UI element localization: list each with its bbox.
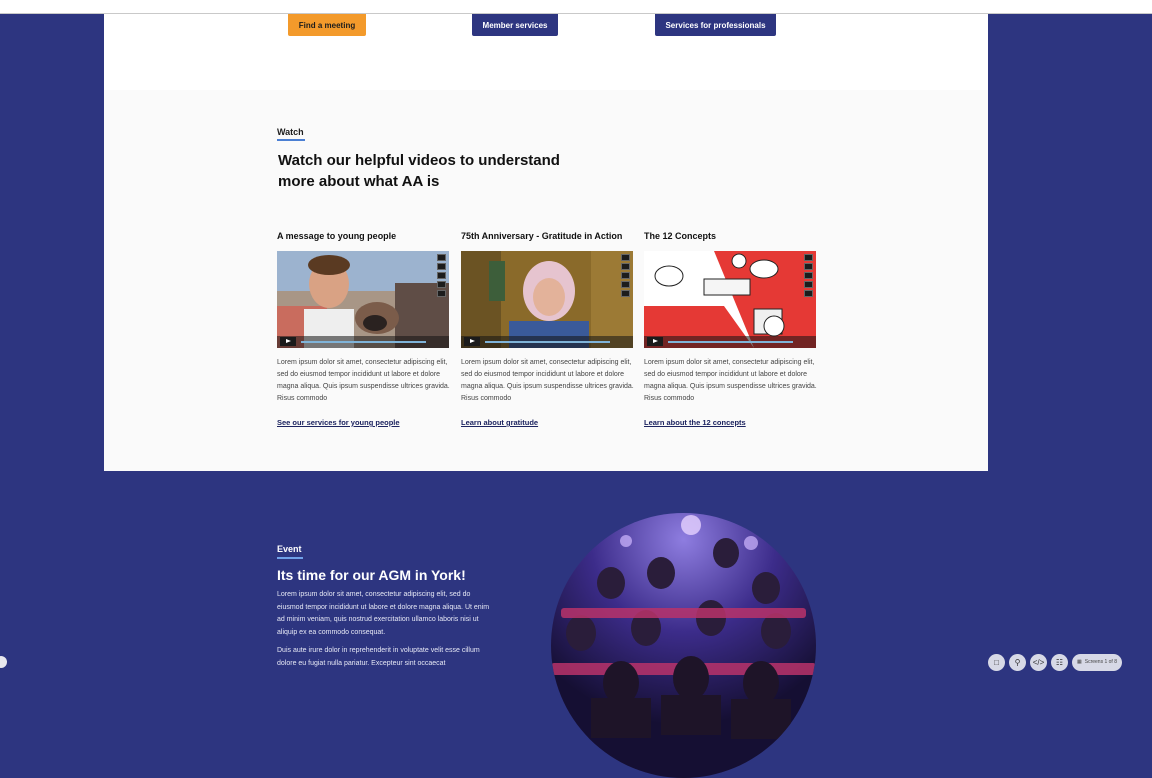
event-description: Lorem ipsum dolor sit amet, consectetur …	[277, 589, 492, 670]
video-progress-bar[interactable]	[485, 341, 610, 343]
video-player-young-people[interactable]	[277, 251, 449, 348]
video-title-gratitude: 75th Anniversary - Gratitude in Action	[461, 231, 623, 241]
video-side-controls	[437, 254, 446, 297]
watch-title-line-2: more about what AA is	[278, 173, 440, 190]
event-eyebrow-underline	[277, 557, 303, 559]
video-control-bar	[644, 336, 816, 348]
play-icon[interactable]	[464, 337, 480, 346]
video-description-12-concepts: Lorem ipsum dolor sit amet, consectetur …	[644, 359, 817, 402]
video-title-young-people: A message to young people	[277, 231, 397, 241]
video-side-controls	[621, 254, 630, 297]
video-thumbnail-young-people	[277, 251, 449, 348]
search-icon[interactable]: ⚲	[1009, 653, 1026, 671]
video-player-gratitude[interactable]	[461, 251, 633, 348]
event-title: Its time for our AGM in York!	[277, 567, 466, 583]
video-description-gratitude: Lorem ipsum dolor sit amet, consectetur …	[461, 359, 634, 402]
video-control-bar	[461, 336, 633, 348]
sitemap-icon[interactable]: ☷	[1051, 653, 1068, 671]
event-paragraph-1: Lorem ipsum dolor sit amet, consectetur …	[277, 591, 490, 636]
event-eyebrow: Event	[277, 544, 302, 554]
find-meeting-button[interactable]: Find a meeting	[288, 14, 366, 36]
event-paragraph-2: Duis aute irure dolor in reprehenderit i…	[277, 647, 480, 667]
link-12-concepts[interactable]: Learn about the 12 concepts	[644, 418, 746, 427]
video-progress-bar[interactable]	[301, 341, 426, 343]
video-description-young-people: Lorem ipsum dolor sit amet, consectetur …	[277, 359, 450, 402]
watch-eyebrow-underline	[277, 139, 305, 141]
member-services-button[interactable]: Member services	[472, 14, 558, 36]
watch-title-line-1: Watch our helpful videos to understand	[278, 152, 560, 169]
grid-icon: ▦	[1077, 659, 1082, 665]
play-icon[interactable]	[280, 337, 296, 346]
screens-pill[interactable]: ▦ Screens 1 of 8	[1072, 653, 1122, 671]
link-services-young-people[interactable]: See our services for young people	[277, 418, 400, 427]
top-bar	[0, 0, 1152, 14]
video-thumbnail-gratitude	[461, 251, 633, 348]
video-thumbnail-12-concepts	[644, 251, 816, 348]
comment-icon[interactable]: □	[988, 653, 1005, 671]
audience-photo	[551, 513, 816, 778]
video-progress-bar[interactable]	[668, 341, 793, 343]
services-for-professionals-button[interactable]: Services for professionals	[655, 14, 776, 36]
link-gratitude[interactable]: Learn about gratitude	[461, 418, 538, 427]
watch-section-title: Watch our helpful videos to understand m…	[278, 150, 560, 192]
event-image-audience	[551, 513, 816, 778]
left-gutter	[0, 14, 8, 671]
video-player-12-concepts[interactable]	[644, 251, 816, 348]
video-side-controls	[804, 254, 813, 297]
content-card: Find a meeting Member services Services …	[104, 14, 988, 471]
code-icon[interactable]: </>	[1030, 653, 1047, 671]
watch-eyebrow: Watch	[277, 127, 304, 137]
video-control-bar	[277, 336, 449, 348]
viewer-toolbar: □ ⚲ </> ☷ ▦ Screens 1 of 8	[988, 653, 1122, 671]
play-icon[interactable]	[647, 337, 663, 346]
screens-label: Screens 1 of 8	[1084, 659, 1117, 665]
video-title-12-concepts: The 12 Concepts	[644, 231, 717, 241]
